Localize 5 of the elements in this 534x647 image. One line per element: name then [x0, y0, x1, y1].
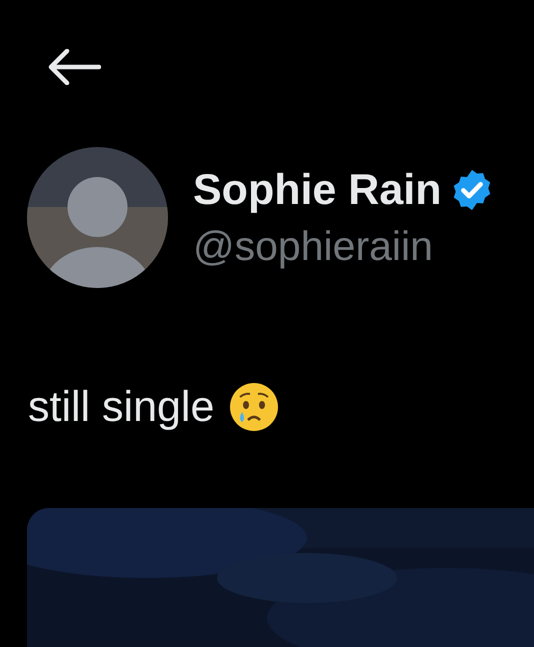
- tweet-text: still single: [28, 382, 214, 432]
- back-button[interactable]: [46, 46, 102, 88]
- crying-face-icon: [228, 381, 280, 433]
- author-name[interactable]: Sophie Rain: [193, 166, 442, 214]
- author-handle[interactable]: @sophieraiin: [193, 222, 496, 270]
